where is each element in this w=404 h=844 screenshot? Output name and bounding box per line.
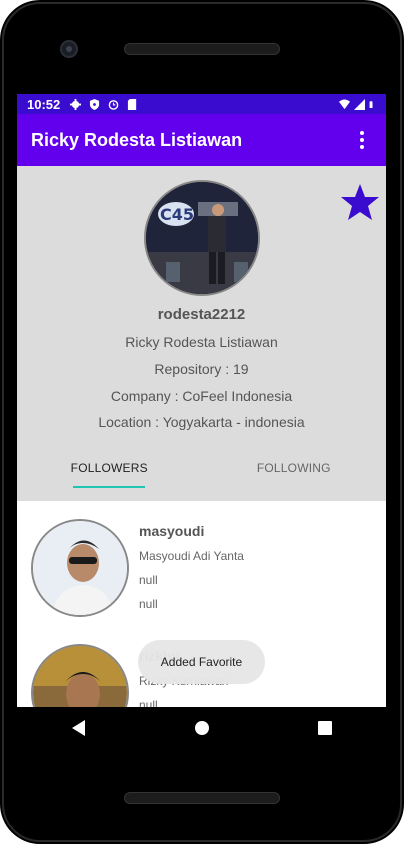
profile-repository: Repository : 19 <box>154 361 249 377</box>
navigation-bar <box>17 707 386 749</box>
profile-full-name: Ricky Rodesta Listiawan <box>125 334 278 350</box>
back-icon[interactable] <box>59 713 99 743</box>
tab-indicator <box>73 486 145 488</box>
follower-company: null <box>139 573 158 587</box>
speaker-bottom <box>124 792 280 804</box>
speaker-top <box>124 43 280 55</box>
profile-avatar: C45 <box>144 180 260 296</box>
app-title: Ricky Rodesta Listiawan <box>31 129 243 150</box>
battery-icon <box>369 100 373 108</box>
camera-icon <box>60 40 78 58</box>
shield-icon <box>90 98 100 110</box>
tab-following[interactable]: FOLLOWING <box>202 452 387 492</box>
signal-icon <box>354 98 365 110</box>
status-time: 10:52 <box>27 96 61 112</box>
profile-header: C45 rodesta2212 Ricky Rodesta Listiawan … <box>17 166 386 501</box>
wifi-icon <box>339 98 350 109</box>
toast-message: Added Favorite <box>138 640 265 684</box>
profile-company: Company : CoFeel Indonesia <box>110 388 293 404</box>
list-item[interactable]: masyoudi Masyoudi Adi Yanta null null <box>17 501 386 617</box>
recents-icon[interactable] <box>305 713 345 743</box>
tab-bar: FOLLOWERS FOLLOWING <box>17 452 386 492</box>
svg-text:C45: C45 <box>160 205 194 224</box>
sd-card-icon <box>128 98 137 110</box>
more-vert-icon[interactable] <box>352 128 372 152</box>
star-icon[interactable] <box>340 182 380 222</box>
follower-username: masyoudi <box>139 523 205 539</box>
alarm-icon <box>108 99 119 110</box>
follower-company: null <box>139 698 158 707</box>
app-bar: Ricky Rodesta Listiawan <box>17 114 386 166</box>
avatar <box>31 519 129 617</box>
profile-location: Location : Yogyakarta - indonesia <box>98 414 305 430</box>
phone-frame: 10:52 Ricky Rodesta Listiawan C45 rodest… <box>0 0 404 844</box>
follower-name: Masyoudi Adi Yanta <box>139 549 244 563</box>
avatar <box>31 644 129 707</box>
profile-username: rodesta2212 <box>157 306 246 323</box>
screen: 10:52 Ricky Rodesta Listiawan C45 rodest… <box>17 94 386 707</box>
follower-location: null <box>139 597 158 611</box>
home-icon[interactable] <box>182 713 222 743</box>
status-bar: 10:52 <box>17 94 386 114</box>
settings-icon <box>70 98 82 110</box>
